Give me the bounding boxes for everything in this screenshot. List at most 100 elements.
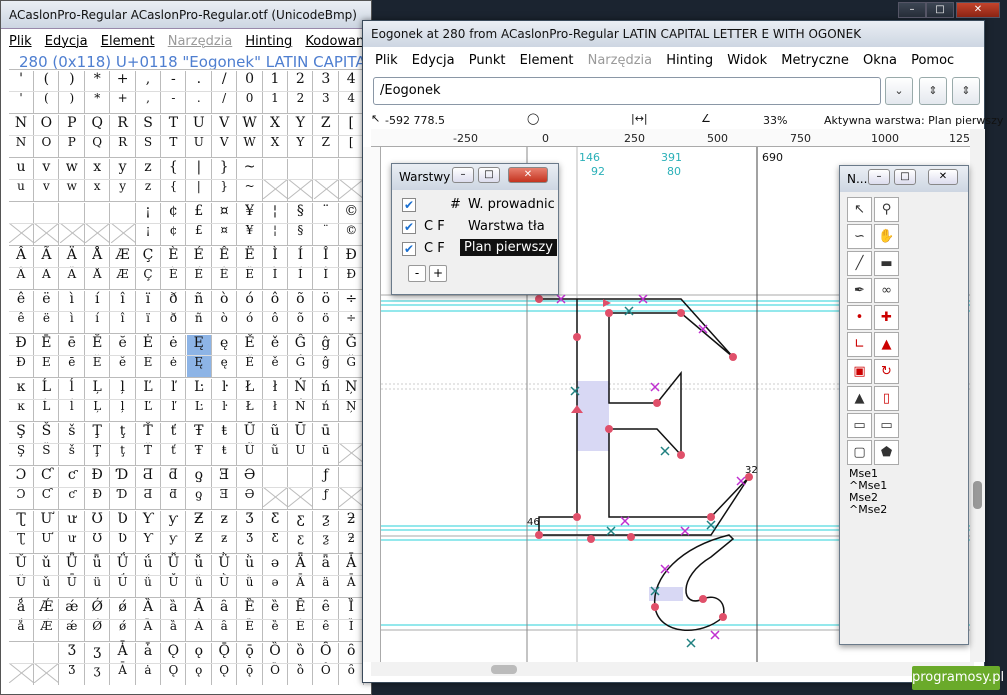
glyph-cell[interactable]: ð	[161, 311, 187, 333]
glyph-cell[interactable]: Ĺ	[34, 399, 60, 421]
glyph-cell-label[interactable]: ð	[161, 291, 187, 311]
glyph-cell-label[interactable]: Ĝ	[288, 335, 314, 355]
glyph-cell-label[interactable]: ô	[263, 291, 288, 311]
glyph-cell[interactable]: ę	[212, 355, 238, 377]
glyph-cell[interactable]: ì	[60, 311, 85, 333]
glyph-cell[interactable]: ū	[314, 443, 339, 465]
menu-element[interactable]: Element	[101, 34, 155, 49]
glyph-cell[interactable]: ń	[314, 399, 339, 421]
glyph-cell[interactable]: Ʒ	[60, 663, 85, 685]
glyph-cell-label[interactable]: ǝ	[263, 555, 288, 575]
glyph-cell[interactable]: u	[9, 179, 34, 201]
layer-row-foreground[interactable]: ✔ C F Plan pierwszy	[402, 239, 557, 260]
glyph-cell[interactable]: ǡ	[136, 663, 161, 685]
glyph-cell[interactable]: V	[212, 135, 238, 157]
glyph-cell-label[interactable]: ǟ	[314, 555, 339, 575]
glyph-cell-label[interactable]: Ğ	[339, 335, 365, 355]
glyph-cell-label[interactable]: Ǖ	[60, 555, 85, 575]
glyph-cell-label[interactable]: Í	[288, 247, 314, 267]
curve-point-icon[interactable]: •	[847, 305, 872, 330]
glyph-cell-label[interactable]: ê	[9, 291, 34, 311]
glyph-cell-label[interactable]: ©	[339, 203, 365, 223]
glyph-cell[interactable]: w	[60, 179, 85, 201]
glyph-cell[interactable]: ï	[136, 311, 161, 333]
remove-layer-button[interactable]: -	[408, 265, 426, 282]
glyph-cell[interactable]: {	[161, 179, 187, 201]
glyph-cell[interactable]: (	[34, 91, 60, 113]
glyph-cell[interactable]	[110, 222, 136, 245]
glyph-cell-label[interactable]: Ļ	[85, 379, 111, 399]
glyph-cell-label[interactable]: O	[34, 115, 60, 135]
glyph-cell[interactable]: Ŀ	[187, 399, 212, 421]
glyph-cell-label[interactable]: ȍ	[288, 643, 314, 663]
corner-point-icon[interactable]: ∟	[847, 332, 872, 357]
scroll-thumb[interactable]	[973, 481, 982, 509]
glyph-cell[interactable]: Đ	[9, 355, 34, 377]
glyph-cell-label[interactable]: ţ	[111, 423, 136, 443]
glyph-cell-label[interactable]: ǖ	[85, 555, 111, 575]
glyph-cell[interactable]: Å	[85, 267, 111, 289]
glyph-cell-label[interactable]: Ũ	[238, 423, 263, 443]
glyph-cell-label[interactable]: 4	[339, 71, 365, 91]
glyph-cell[interactable]: x	[85, 179, 111, 201]
glyph-cell[interactable]: ƍ	[187, 487, 212, 509]
glyph-cell-label[interactable]: Ǚ	[161, 555, 187, 575]
menu-hinting[interactable]: Hinting	[666, 53, 713, 68]
glyph-cell[interactable]: 4	[339, 91, 365, 113]
glyph-cell-label[interactable]: Ŧ	[187, 423, 212, 443]
glyph-cell[interactable]: Ū	[288, 443, 314, 465]
glyph-cell-label[interactable]: )	[60, 71, 85, 91]
glyph-cell[interactable]: ĺ	[60, 399, 85, 421]
glyph-cell[interactable]: }	[212, 179, 238, 201]
glyph-cell-label[interactable]: Ʊ	[85, 511, 111, 531]
glyph-cell[interactable]: ,	[136, 91, 161, 113]
glyph-cell[interactable]: ļ	[111, 399, 136, 421]
glyph-cell-label[interactable]: ę	[212, 335, 238, 355]
glyph-cell[interactable]: ǖ	[85, 575, 111, 597]
glyph-cell-label[interactable]: Š	[34, 423, 60, 443]
glyph-cell-label[interactable]: ŧ	[212, 423, 238, 443]
glyph-cell[interactable]: ƶ	[212, 531, 238, 553]
glyph-cell-label[interactable]: ȅ	[263, 599, 288, 619]
glyph-cell-label[interactable]: ï	[136, 291, 161, 311]
glyph-cell-label[interactable]: N	[9, 115, 34, 135]
glyph-cell-label[interactable]: ¢	[161, 203, 187, 223]
glyph-cell-label[interactable]: Ē	[34, 335, 60, 355]
glyph-cell-label[interactable]: ¨	[314, 203, 339, 223]
glyph-cell[interactable]	[262, 486, 289, 509]
glyph-cell-label[interactable]: X	[263, 115, 288, 135]
glyph-cell[interactable]: *	[85, 91, 111, 113]
vertical-scrollbar[interactable]	[970, 129, 985, 662]
glyph-cell-label[interactable]: É	[187, 247, 212, 267]
menu-edycja[interactable]: Edycja	[45, 34, 88, 49]
glyph-cell-label[interactable]: ò	[212, 291, 238, 311]
glyph-cell[interactable]: ¥	[238, 223, 263, 245]
perspective-tool-icon[interactable]: ▭	[874, 413, 899, 438]
glyph-cell[interactable]: ñ	[187, 311, 212, 333]
glyph-cell[interactable]: Ʋ	[111, 531, 136, 553]
glyph-cell[interactable]: ê	[9, 311, 34, 333]
glyph-cell-label[interactable]	[60, 203, 85, 223]
glyph-cell-label[interactable]: Ǡ	[111, 643, 136, 663]
glyph-cell[interactable]: ƺ	[314, 531, 339, 553]
glyph-cell-label[interactable]: Ŀ	[187, 379, 212, 399]
glyph-cell-label[interactable]: ǭ	[238, 643, 263, 663]
glyph-cell[interactable]: ë	[34, 311, 60, 333]
glyph-cell-label[interactable]: î	[111, 291, 136, 311]
glyph-cell[interactable]: ǭ	[238, 663, 263, 685]
chevron-down-icon[interactable]: ⌄	[885, 77, 913, 105]
glyph-cell-label[interactable]: Ƶ	[187, 511, 212, 531]
tangent-point-icon[interactable]: ▲	[874, 332, 899, 357]
glyph-cell[interactable]: Ǝ	[212, 487, 238, 509]
glyph-cell-label[interactable]: Ǿ	[85, 599, 111, 619]
knife-tool-icon[interactable]: ╱	[847, 251, 872, 276]
glyph-cell-label[interactable]: V	[212, 115, 238, 135]
glyph-cell[interactable]: ȅ	[263, 619, 288, 641]
glyph-cell-label[interactable]: |	[187, 159, 212, 179]
glyph-cell[interactable]: Q	[85, 135, 111, 157]
glyph-cell[interactable]: Ě	[238, 355, 263, 377]
freehand-tool-icon[interactable]: ∽	[847, 224, 872, 249]
glyph-cell-label[interactable]: ȏ	[339, 643, 365, 663]
glyph-cell[interactable]: ť	[161, 443, 187, 465]
glyph-cell-label[interactable]: ,	[136, 71, 161, 91]
